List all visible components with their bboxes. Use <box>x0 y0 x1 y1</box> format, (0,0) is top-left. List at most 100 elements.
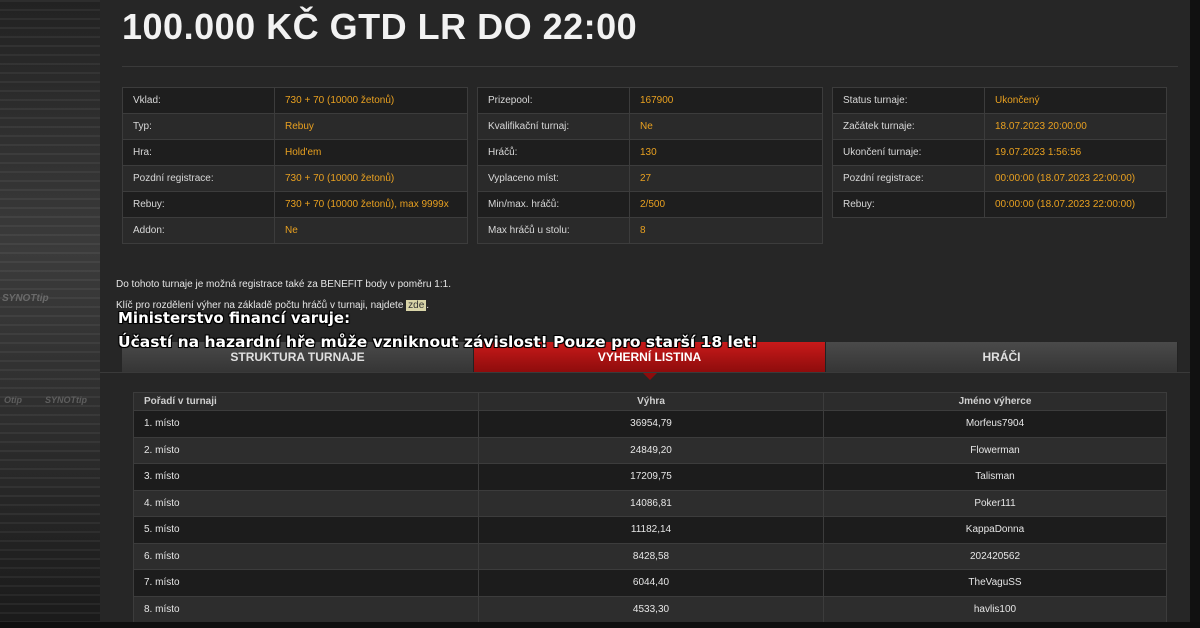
results-header-row: Pořadí v turnaji Výhra Jméno výherce <box>133 392 1167 411</box>
winner-cell: Flowerman <box>823 436 1167 464</box>
brand-watermark: Otip <box>4 395 22 405</box>
info-key: Min/max. hráčů: <box>477 191 630 218</box>
prize-cell: 24849,20 <box>478 436 824 464</box>
info-key: Rebuy: <box>122 191 275 218</box>
rank-cell: 4. místo <box>133 489 479 517</box>
winner-cell: Poker111 <box>823 489 1167 517</box>
info-row: Status turnaje: Ukončený <box>832 87 1167 114</box>
background-stadium: SYNOTtip Otip SYNOTtip <box>0 0 100 628</box>
rank-cell: 2. místo <box>133 436 479 464</box>
info-value: 00:00:00 (18.07.2023 22:00:00) <box>984 165 1167 192</box>
brand-watermark: SYNOTtip <box>45 395 87 405</box>
table-row: 1. místo 36954,79 Morfeus7904 <box>133 410 1167 438</box>
prize-cell: 11182,14 <box>478 516 824 544</box>
info-row: Vyplaceno míst: 27 <box>477 165 823 192</box>
info-key: Vklad: <box>122 87 275 114</box>
gambling-warning-title: Ministerstvo financí varuje: <box>118 309 351 327</box>
divider <box>100 372 1190 373</box>
info-key: Hráčů: <box>477 139 630 166</box>
table-row: 3. místo 17209,75 Talisman <box>133 463 1167 491</box>
info-value: 27 <box>629 165 823 192</box>
table-row: 8. místo 4533,30 havlis100 <box>133 595 1167 623</box>
results-table: Pořadí v turnaji Výhra Jméno výherce 1. … <box>133 392 1167 623</box>
prize-cell: 6044,40 <box>478 569 824 597</box>
payout-key-link[interactable]: zde <box>406 300 427 311</box>
info-value: 18.07.2023 20:00:00 <box>984 113 1167 140</box>
info-key: Status turnaje: <box>832 87 985 114</box>
rank-cell: 6. místo <box>133 542 479 570</box>
info-key: Ukončení turnaje: <box>832 139 985 166</box>
winner-cell: KappaDonna <box>823 516 1167 544</box>
info-value: 730 + 70 (10000 žetonů) <box>274 165 468 192</box>
info-key: Pozdní registrace: <box>832 165 985 192</box>
info-row: Začátek turnaje: 18.07.2023 20:00:00 <box>832 113 1167 140</box>
rank-cell: 5. místo <box>133 516 479 544</box>
info-row: Pozdní registrace: 730 + 70 (10000 žetonů… <box>122 165 468 192</box>
info-value: 19.07.2023 1:56:56 <box>984 139 1167 166</box>
prize-cell: 36954,79 <box>478 410 824 438</box>
info-row: Rebuy: 730 + 70 (10000 žetonů), max 9999x <box>122 191 468 218</box>
payout-key-suffix: . <box>426 300 430 311</box>
background-right <box>1190 0 1200 628</box>
info-key: Typ: <box>122 113 275 140</box>
info-row: Prizepool: 167900 <box>477 87 823 114</box>
brand-watermark: SYNOTtip <box>2 293 49 304</box>
column-header-winner: Jméno výherce <box>823 392 1167 411</box>
info-value: 00:00:00 (18.07.2023 22:00:00) <box>984 191 1167 218</box>
benefit-note: Do tohoto turnaje je možná registrace ta… <box>116 279 451 290</box>
info-table-status: Status turnaje: Ukončený Začátek turnaje:… <box>832 87 1167 218</box>
info-table-prizepool: Prizepool: 167900 Kvalifikační turnaj: Ne … <box>477 87 823 244</box>
table-row: 5. místo 11182,14 KappaDonna <box>133 516 1167 544</box>
winner-cell: Talisman <box>823 463 1167 491</box>
info-value: Ukončený <box>984 87 1167 114</box>
info-value: Rebuy <box>274 113 468 140</box>
prize-cell: 4533,30 <box>478 595 824 623</box>
winner-cell: havlis100 <box>823 595 1167 623</box>
info-row: Vklad: 730 + 70 (10000 žetonů) <box>122 87 468 114</box>
info-row: Min/max. hráčů: 2/500 <box>477 191 823 218</box>
info-value: 8 <box>629 217 823 244</box>
info-row: Max hráčů u stolu: 8 <box>477 217 823 244</box>
divider <box>122 66 1178 67</box>
info-row: Kvalifikační turnaj: Ne <box>477 113 823 140</box>
gambling-warning-text: Účastí na hazardní hře může vzniknout zá… <box>118 333 758 351</box>
tab-hraci[interactable]: Hráči <box>826 342 1178 372</box>
winner-cell: TheVaguSS <box>823 569 1167 597</box>
bottom-edge <box>0 622 1200 628</box>
info-key: Prizepool: <box>477 87 630 114</box>
table-row: 6. místo 8428,58 202420562 <box>133 542 1167 570</box>
info-row: Pozdní registrace: 00:00:00 (18.07.2023 2… <box>832 165 1167 192</box>
info-row: Hra: Hold'em <box>122 139 468 166</box>
prize-cell: 14086,81 <box>478 489 824 517</box>
info-value: 167900 <box>629 87 823 114</box>
info-key: Pozdní registrace: <box>122 165 275 192</box>
info-key: Addon: <box>122 217 275 244</box>
info-value: 730 + 70 (10000 žetonů) <box>274 87 468 114</box>
info-value: Hold'em <box>274 139 468 166</box>
winner-cell: Morfeus7904 <box>823 410 1167 438</box>
info-row: Rebuy: 00:00:00 (18.07.2023 22:00:00) <box>832 191 1167 218</box>
info-key: Vyplaceno míst: <box>477 165 630 192</box>
info-value: 2/500 <box>629 191 823 218</box>
prize-cell: 17209,75 <box>478 463 824 491</box>
table-row: 2. místo 24849,20 Flowerman <box>133 436 1167 464</box>
page-title: 100.000 KČ GTD LR DO 22:00 <box>122 6 638 47</box>
table-row: 7. místo 6044,40 TheVaguSS <box>133 569 1167 597</box>
rank-cell: 8. místo <box>133 595 479 623</box>
prize-cell: 8428,58 <box>478 542 824 570</box>
rank-cell: 7. místo <box>133 569 479 597</box>
info-table-entry: Vklad: 730 + 70 (10000 žetonů) Typ: Rebuy … <box>122 87 468 244</box>
rank-cell: 1. místo <box>133 410 479 438</box>
info-row: Hráčů: 130 <box>477 139 823 166</box>
info-key: Hra: <box>122 139 275 166</box>
info-value: Ne <box>629 113 823 140</box>
info-row: Typ: Rebuy <box>122 113 468 140</box>
column-header-rank: Pořadí v turnaji <box>133 392 479 411</box>
info-key: Max hráčů u stolu: <box>477 217 630 244</box>
info-row: Ukončení turnaje: 19.07.2023 1:56:56 <box>832 139 1167 166</box>
info-value: 130 <box>629 139 823 166</box>
info-key: Kvalifikační turnaj: <box>477 113 630 140</box>
table-row: 4. místo 14086,81 Poker111 <box>133 489 1167 517</box>
rank-cell: 3. místo <box>133 463 479 491</box>
info-value: 730 + 70 (10000 žetonů), max 9999x <box>274 191 468 218</box>
